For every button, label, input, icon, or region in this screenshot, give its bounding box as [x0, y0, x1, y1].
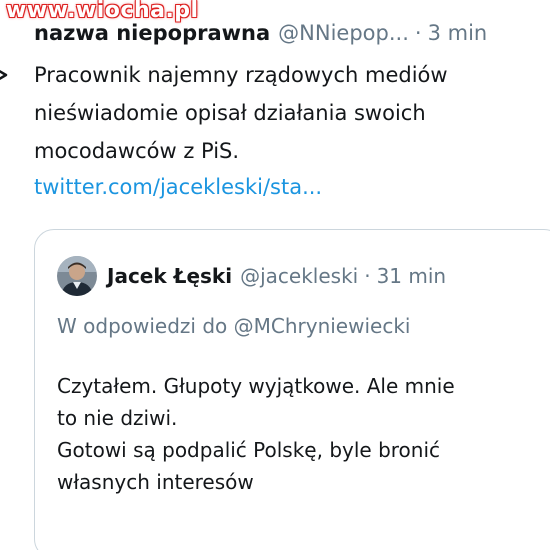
quoted-text-line: Gotowi są podpalić Polskę, byle bronić: [57, 438, 441, 462]
tweet-page: www.wiocha.pl nazwa niepoprawna @NNiepop…: [0, 0, 550, 550]
quoted-tweet-text: Czytałem. Głupoty wyjątkowe. Ale mnie to…: [57, 370, 527, 498]
quoted-tweet-card[interactable]: Jacek Łęski @jacekleski · 31 min W odpow…: [34, 229, 550, 550]
watermark: www.wiocha.pl: [6, 0, 199, 23]
tweet-text-line: mocodawców z PiS.: [34, 139, 240, 163]
quoted-text-line: Czytałem. Głupoty wyjątkowe. Ale mnie: [57, 374, 455, 398]
quoted-tweet-time[interactable]: 31 min: [377, 264, 447, 288]
quoted-tweet-header: Jacek Łęski @jacekleski · 31 min: [57, 252, 446, 300]
tweet-text: Pracownik najemny rządowych mediów nieśw…: [34, 56, 534, 170]
separator-dot: ·: [364, 264, 371, 288]
quoted-author-handle[interactable]: @jacekleski: [240, 264, 358, 288]
quoted-text-line: własnych interesów: [57, 470, 254, 494]
chevron-icon: [0, 69, 8, 81]
tweet-text-line: nieświadomie opisał działania swoich: [34, 101, 426, 125]
author-name[interactable]: nazwa niepoprawna: [34, 21, 270, 45]
quoted-text-line: to nie dziwi.: [57, 406, 178, 430]
quoted-author-name[interactable]: Jacek Łęski: [107, 264, 232, 288]
tweet-time[interactable]: 3 min: [428, 21, 488, 45]
separator-dot: ·: [414, 21, 422, 45]
reply-to-label: W odpowiedzi do @MChryniewiecki: [57, 314, 411, 338]
tweet-text-line: Pracownik najemny rządowych mediów: [34, 63, 448, 87]
tweet-link[interactable]: twitter.com/jacekleski/sta...: [34, 170, 322, 204]
author-handle[interactable]: @NNiepop...: [278, 21, 409, 45]
avatar-icon[interactable]: [57, 256, 97, 296]
